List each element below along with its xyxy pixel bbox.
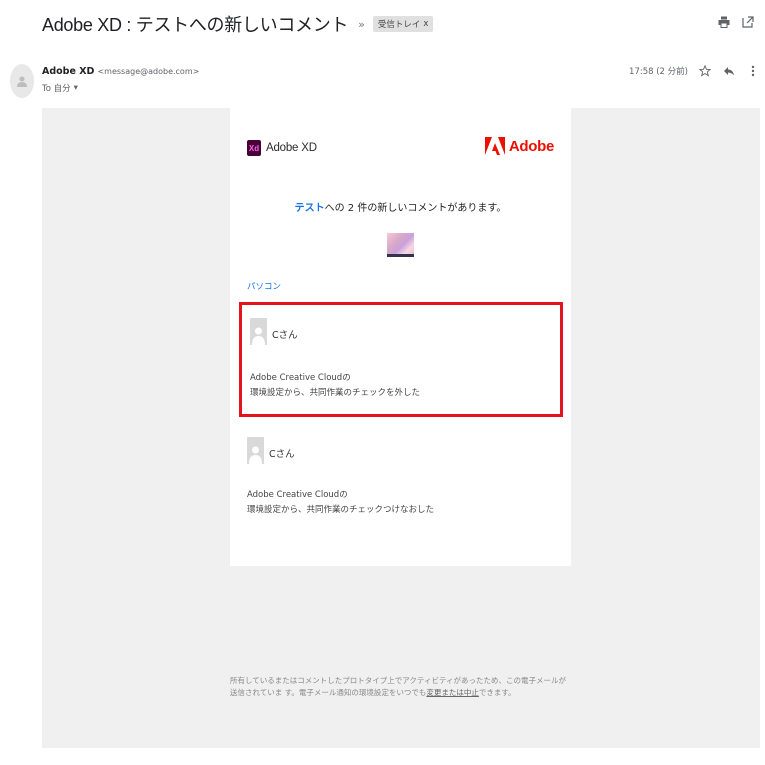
artboard-link[interactable]: パソコン	[247, 280, 281, 292]
adobe-logo: Adobe	[484, 137, 554, 155]
adobe-xd-logo: Xd Adobe XD	[247, 140, 317, 156]
person-icon	[249, 446, 262, 464]
open-in-new-window-icon[interactable]	[741, 15, 755, 29]
email-card: Xd Adobe XD Adobe テストへの 2 件の新しいコメントがあります…	[230, 108, 571, 566]
chevron-down-icon[interactable]: ▾	[74, 83, 78, 93]
person-icon	[252, 327, 265, 345]
document-link[interactable]: テスト	[295, 203, 325, 214]
sender-name[interactable]: Adobe XD	[42, 66, 94, 77]
sender-email: <message@adobe.com>	[97, 67, 200, 76]
person-icon	[17, 76, 27, 87]
print-icon[interactable]	[717, 15, 731, 29]
comment-author: Cさん	[269, 449, 295, 460]
commenter-avatar	[250, 318, 267, 345]
email-subject: Adobe XD : テストへの新しいコメント	[42, 15, 349, 35]
top-toolbar	[717, 15, 755, 29]
reply-icon[interactable]	[722, 64, 736, 78]
star-icon[interactable]	[698, 64, 712, 78]
more-vert-icon[interactable]	[746, 64, 760, 78]
inbox-label-chip[interactable]: 受信トレイ x	[372, 16, 434, 32]
message-meta: 17:58 (2 分前)	[629, 64, 760, 78]
sender-info: Adobe XD <message@adobe.com> To 自分 ▾	[42, 66, 199, 94]
footer-notice: 所有しているまたはコメントしたプロトタイプ上でアクティビティがあったため、この電…	[230, 675, 571, 699]
headline: テストへの 2 件の新しいコメントがあります。	[230, 199, 571, 214]
thumbnail-bar	[387, 254, 414, 257]
subject-row: Adobe XD : テストへの新しいコメント » 受信トレイ x	[42, 10, 434, 38]
footer-text-end: できます。	[478, 688, 516, 697]
comment-line: 環境設定から、共同作業のチェックを外した	[250, 388, 421, 398]
comment-text: Adobe Creative Cloudの 環境設定から、共同作業のチェックつけ…	[247, 488, 434, 518]
notification-settings-link[interactable]: 変更または中止	[426, 688, 479, 697]
comment-line: Adobe Creative Cloudの	[247, 490, 348, 500]
comment-item: Cさん Adobe Creative Cloudの 環境設定から、共同作業のチェ…	[239, 302, 563, 417]
sender-avatar[interactable]	[10, 64, 34, 98]
importance-marker[interactable]: »	[358, 18, 365, 31]
xd-app-icon: Xd	[247, 140, 261, 156]
recipient-label: To 自分	[42, 84, 71, 94]
inbox-label-text: 受信トレイ	[377, 20, 421, 30]
commenter-avatar	[247, 437, 264, 464]
remove-label-button[interactable]: x	[423, 19, 428, 29]
sender-row: Adobe XD <message@adobe.com> To 自分 ▾ 17:…	[10, 64, 760, 104]
comment-line: Adobe Creative Cloudの	[250, 373, 351, 383]
headline-text: への 2 件の新しいコメントがあります。	[324, 203, 507, 214]
comment-text: Adobe Creative Cloudの 環境設定から、共同作業のチェックを外…	[250, 371, 420, 401]
comment-item: Cさん Adobe Creative Cloudの 環境設定から、共同作業のチェ…	[239, 425, 563, 540]
message-timestamp: 17:58 (2 分前)	[629, 67, 688, 77]
adobe-mark-icon	[484, 137, 505, 155]
xd-app-name: Adobe XD	[266, 142, 317, 154]
email-body-background: Xd Adobe XD Adobe テストへの 2 件の新しいコメントがあります…	[42, 108, 760, 748]
recipient-dropdown[interactable]: To 自分 ▾	[42, 82, 199, 94]
comment-line: 環境設定から、共同作業のチェックつけなおした	[247, 505, 435, 515]
comment-author: Cさん	[272, 330, 298, 341]
adobe-wordmark: Adobe	[508, 137, 554, 155]
